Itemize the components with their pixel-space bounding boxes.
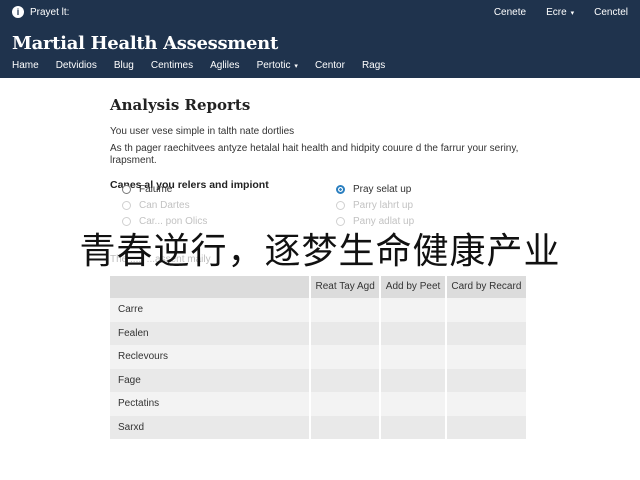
table-cell (380, 368, 447, 392)
table-row[interactable]: Fage (110, 368, 529, 392)
table-row[interactable]: Sarxd (110, 415, 529, 439)
table-cell (445, 298, 529, 322)
table-cell (445, 392, 529, 416)
table-cell (445, 415, 529, 439)
site-title[interactable]: Martial Health Assessment (12, 33, 278, 54)
info-icon: i (12, 6, 24, 18)
option-label: Parry lahrt up (353, 200, 414, 211)
row-label: Reclevours (110, 345, 311, 369)
table-cell (310, 321, 382, 345)
table-header-row: Reat Tay Agd Add by Peet Card by Recard (110, 276, 529, 298)
option-pray-selat-up[interactable]: Pray selat up (336, 184, 411, 195)
nav-item-centimes[interactable]: Centimes (151, 60, 193, 71)
table-cell (310, 298, 382, 322)
top-link-cenete[interactable]: Cenete (494, 7, 526, 18)
top-link-ecre[interactable]: Ecre ▾ (546, 7, 574, 18)
row-label: Sarxd (110, 415, 311, 439)
row-label: Fealen (110, 321, 311, 345)
table-header-cell[interactable]: Card by Recard (445, 276, 529, 298)
table-cell (310, 415, 382, 439)
table-row[interactable]: Reclevours (110, 345, 529, 369)
site-header: i Prayet lt: Cenete Ecre ▾ Cenctel Marti… (0, 0, 640, 78)
chevron-down-icon: ▾ (568, 10, 575, 17)
table-cell (380, 321, 447, 345)
assessment-table: Reat Tay Agd Add by Peet Card by Recard … (110, 276, 529, 439)
option-label: Can Dartes (139, 200, 190, 211)
table-cell (310, 345, 382, 369)
radio-circle-icon[interactable] (122, 185, 131, 194)
radio-circle-icon[interactable] (122, 201, 131, 210)
table-cell (380, 415, 447, 439)
option-falume[interactable]: Falume (122, 184, 172, 195)
top-links: Cenete Ecre ▾ Cenctel (494, 7, 628, 18)
top-link-cenctel[interactable]: Cenctel (594, 7, 628, 18)
table-header-cell (110, 276, 311, 298)
row-label: Pectatins (110, 392, 311, 416)
table-cell (310, 368, 382, 392)
table-cell (445, 321, 529, 345)
option-label: Pray selat up (353, 184, 412, 195)
nav-item-pertotic[interactable]: Pertotic ▾ (257, 60, 298, 71)
page-title: Analysis Reports (110, 96, 251, 114)
table-header-cell[interactable]: Reat Tay Agd (310, 276, 382, 298)
option-can-dartes[interactable]: Can Dartes (122, 200, 190, 211)
description-text: As th pager raechitvees antyze hetalal h… (110, 143, 519, 166)
nav-item-detvidios[interactable]: Detvidios (56, 60, 97, 71)
main-nav: Hame Detvidios Blug Centimes Agliles Per… (12, 60, 385, 71)
radio-checked-icon[interactable] (336, 185, 345, 194)
table-cell (445, 368, 529, 392)
table-cell (380, 298, 447, 322)
overlay-caption: 青春逆行，逐梦生命健康产业 (79, 231, 561, 272)
nav-item-blug[interactable]: Blug (114, 60, 134, 71)
option-label: Falume (139, 184, 173, 195)
table-cell (310, 392, 382, 416)
nav-item-centor[interactable]: Centor (315, 60, 345, 71)
table-header-cell[interactable]: Add by Peet (380, 276, 447, 298)
row-label: Carre (110, 298, 311, 322)
top-link-ecre-label: Ecre (546, 7, 567, 18)
table-row[interactable]: Pectatins (110, 392, 529, 416)
brand-label: Prayet lt: (30, 6, 70, 18)
main-content: Analysis Reports You user vese simple in… (110, 96, 540, 265)
table-cell (445, 345, 529, 369)
table-row[interactable]: Carre (110, 298, 529, 322)
brand[interactable]: i Prayet lt: (12, 6, 69, 18)
nav-item-pertotic-label: Pertotic (256, 60, 291, 71)
nav-item-agliles[interactable]: Agliles (210, 60, 239, 71)
row-label: Fage (110, 368, 311, 392)
nav-item-rags[interactable]: Rags (362, 60, 385, 71)
radio-circle-icon[interactable] (336, 201, 345, 210)
table-cell (380, 392, 447, 416)
option-parry-lahrt-up[interactable]: Parry lahrt up (336, 200, 413, 211)
intro-text: You user vese simple in talth nate dortl… (110, 126, 295, 137)
table-row[interactable]: Fealen (110, 321, 529, 345)
table-cell (380, 345, 447, 369)
nav-item-hame[interactable]: Hame (12, 60, 39, 71)
chevron-down-icon: ▾ (292, 63, 298, 70)
